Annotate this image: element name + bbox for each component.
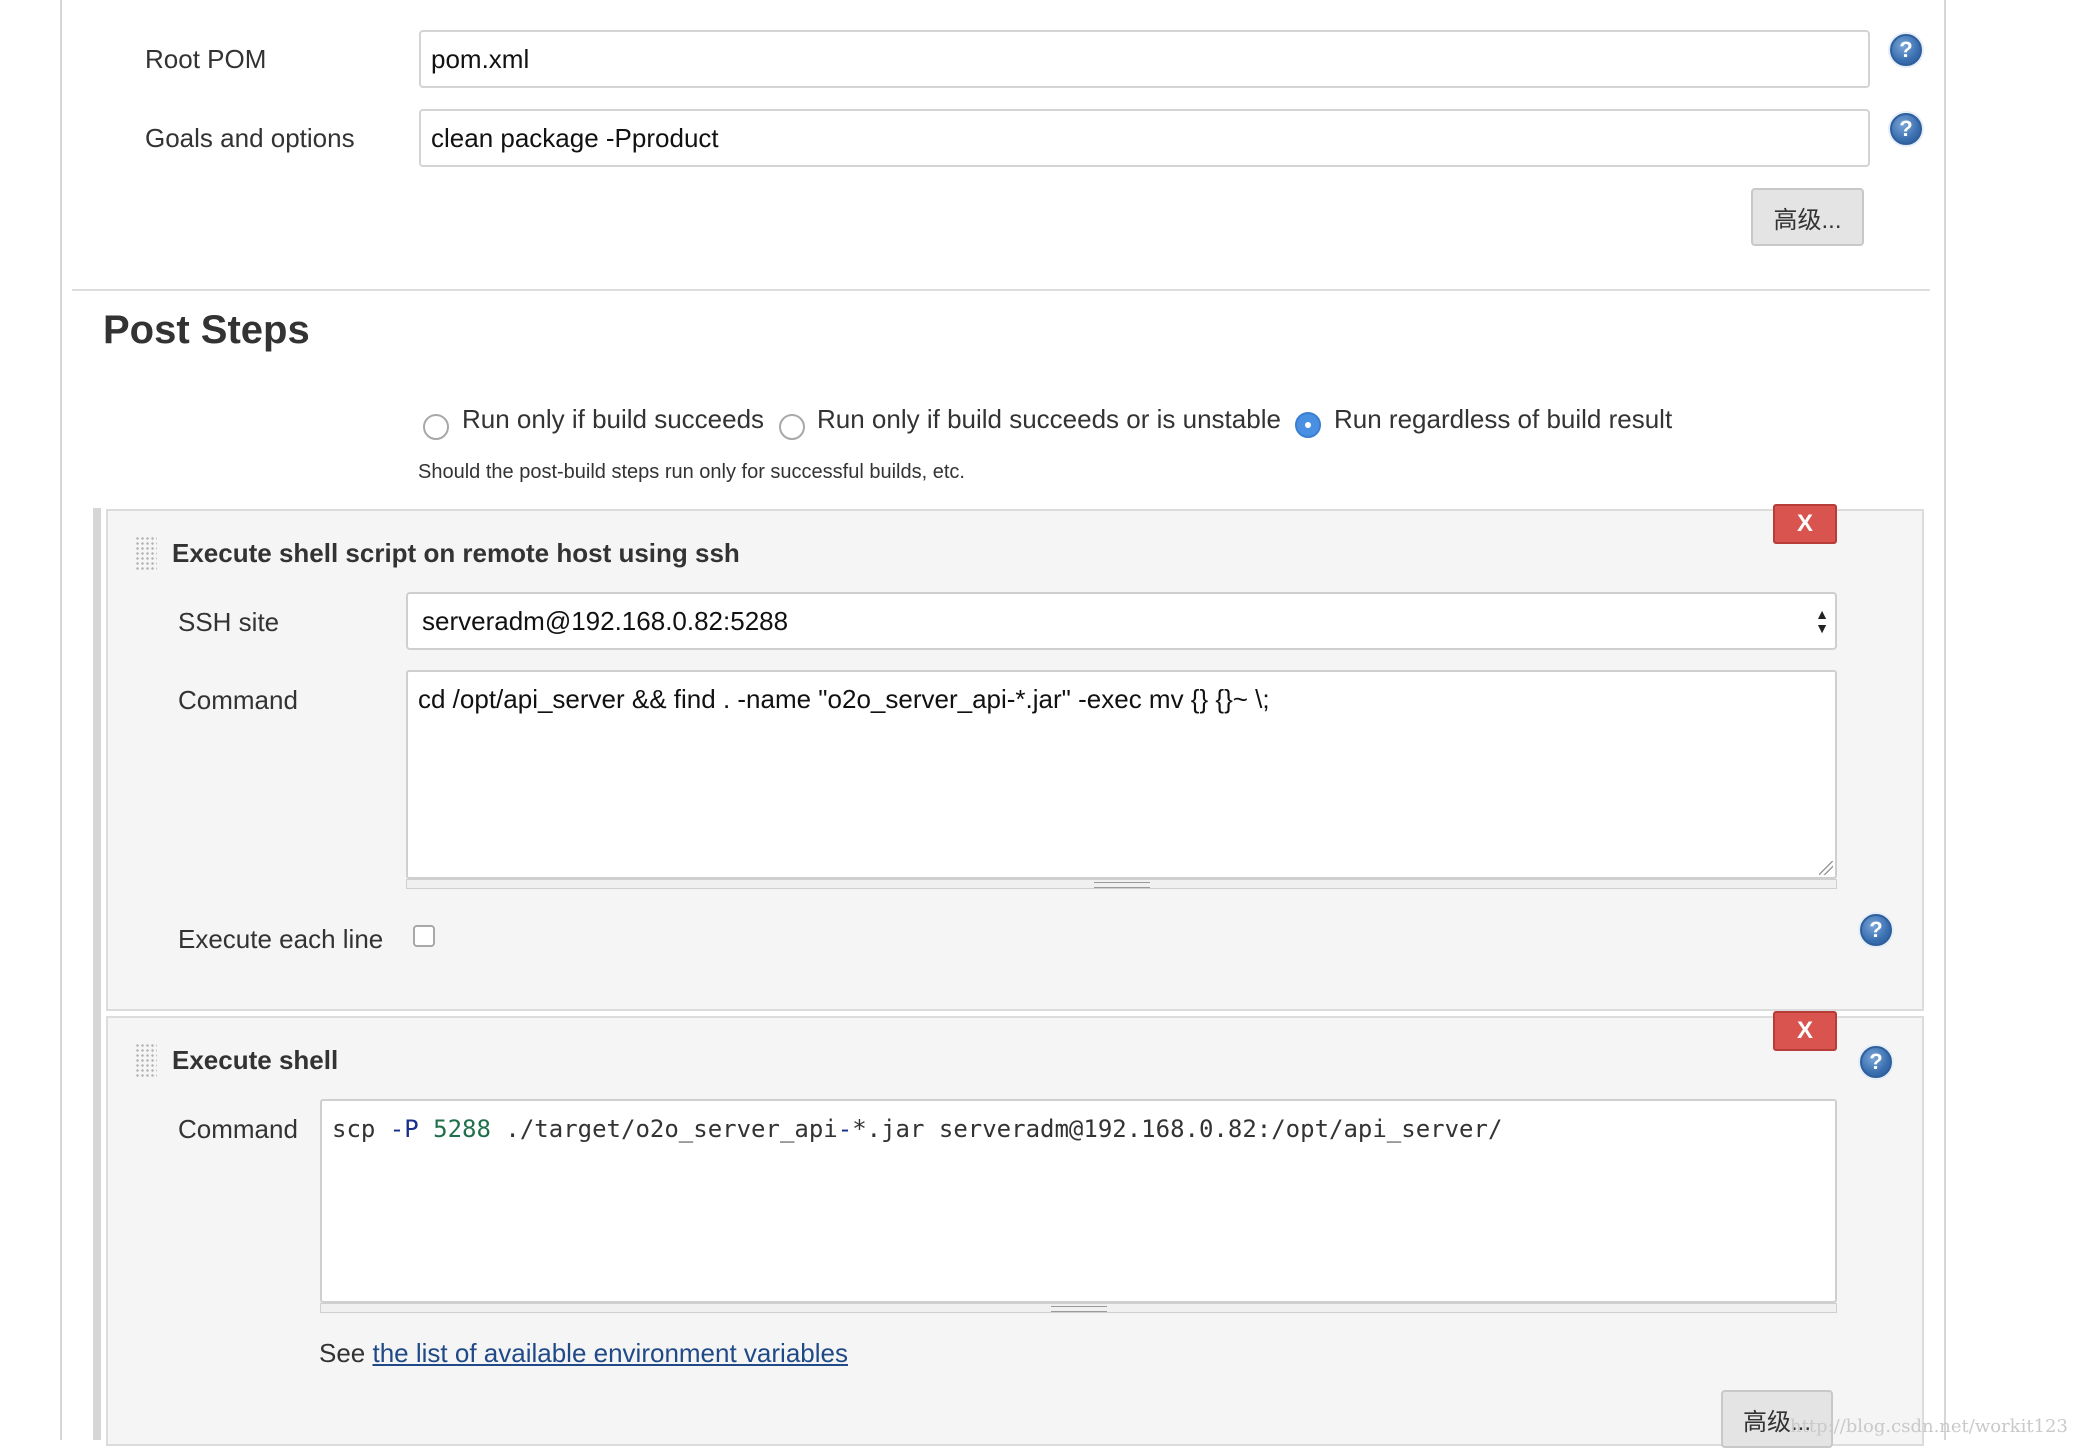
radio-label-run-if-success-or-unstable: Run only if build succeeds or is unstabl… bbox=[817, 404, 1281, 434]
help-icon[interactable]: ? bbox=[1860, 1046, 1892, 1078]
shell-command-resize-bar[interactable] bbox=[320, 1303, 1837, 1313]
code-token-path: ./target/o2o_server_api bbox=[490, 1115, 838, 1143]
shell-command-code: scp -P 5288 ./target/o2o_server_api-*.ja… bbox=[332, 1115, 1502, 1143]
section-divider bbox=[72, 289, 1930, 291]
code-token-dash: - bbox=[837, 1115, 853, 1143]
resize-grip-icon bbox=[1093, 882, 1150, 888]
radio-run-if-success-or-unstable[interactable] bbox=[779, 414, 805, 440]
radio-run-if-success[interactable] bbox=[423, 414, 449, 440]
ssh-command-resize-bar[interactable] bbox=[406, 879, 1837, 889]
ssh-command-label: Command bbox=[178, 685, 298, 715]
ssh-step-title: Execute shell script on remote host usin… bbox=[172, 538, 740, 568]
watermark: http://blog.csdn.net/workit123 bbox=[1790, 1416, 2068, 1437]
help-icon[interactable]: ? bbox=[1890, 113, 1922, 145]
root-pom-input[interactable]: pom.xml bbox=[419, 30, 1870, 88]
ssh-command-text: cd /opt/api_server && find . -name "o2o_… bbox=[418, 684, 1270, 714]
ssh-site-label: SSH site bbox=[178, 607, 280, 637]
post-steps-description: Should the post-build steps run only for… bbox=[418, 461, 965, 483]
env-vars-line: See the list of available environment va… bbox=[319, 1338, 848, 1369]
execute-each-line-checkbox[interactable] bbox=[413, 925, 435, 947]
advanced-button[interactable]: 高级... bbox=[1751, 188, 1864, 246]
radio-run-regardless[interactable] bbox=[1295, 412, 1321, 438]
ssh-step-delete-button[interactable]: X bbox=[1773, 504, 1837, 544]
shell-command-textarea[interactable]: scp -P 5288 ./target/o2o_server_api-*.ja… bbox=[320, 1099, 1837, 1303]
help-icon[interactable]: ? bbox=[1890, 34, 1922, 66]
shell-step-delete-button[interactable]: X bbox=[1773, 1011, 1837, 1051]
ssh-site-value: serveradm@192.168.0.82:5288 bbox=[422, 605, 789, 636]
code-token-rest: *.jar serveradm@192.168.0.82:/opt/api_se… bbox=[852, 1115, 1503, 1143]
ssh-command-textarea[interactable]: cd /opt/api_server && find . -name "o2o_… bbox=[406, 670, 1837, 879]
ssh-site-select[interactable]: serveradm@192.168.0.82:5288 ▲ ▼ bbox=[406, 592, 1837, 650]
steps-gutter bbox=[93, 508, 101, 1440]
help-icon[interactable]: ? bbox=[1860, 914, 1892, 946]
code-token-port: 5288 bbox=[433, 1115, 491, 1143]
resize-corner-icon[interactable] bbox=[1819, 861, 1833, 875]
env-vars-prefix: See bbox=[319, 1338, 373, 1368]
code-token-command: scp bbox=[332, 1115, 390, 1143]
goals-label: Goals and options bbox=[145, 123, 355, 153]
root-pom-label: Root POM bbox=[145, 44, 267, 74]
code-token-flag: -P bbox=[389, 1115, 419, 1143]
radio-label-run-if-success: Run only if build succeeds bbox=[462, 404, 765, 434]
radio-label-run-regardless: Run regardless of build result bbox=[1334, 404, 1673, 434]
post-steps-title: Post Steps bbox=[103, 308, 310, 352]
env-vars-link[interactable]: the list of available environment variab… bbox=[373, 1338, 848, 1368]
shell-step-title: Execute shell bbox=[172, 1045, 339, 1075]
drag-handle-icon[interactable] bbox=[135, 536, 157, 570]
drag-handle-icon[interactable] bbox=[135, 1043, 157, 1077]
shell-command-label: Command bbox=[178, 1114, 298, 1144]
resize-grip-icon bbox=[1050, 1306, 1107, 1312]
select-arrows-icon: ▲ ▼ bbox=[1815, 606, 1829, 636]
execute-each-line-label: Execute each line bbox=[178, 924, 384, 954]
goals-input[interactable]: clean package -Pproduct bbox=[419, 109, 1870, 167]
